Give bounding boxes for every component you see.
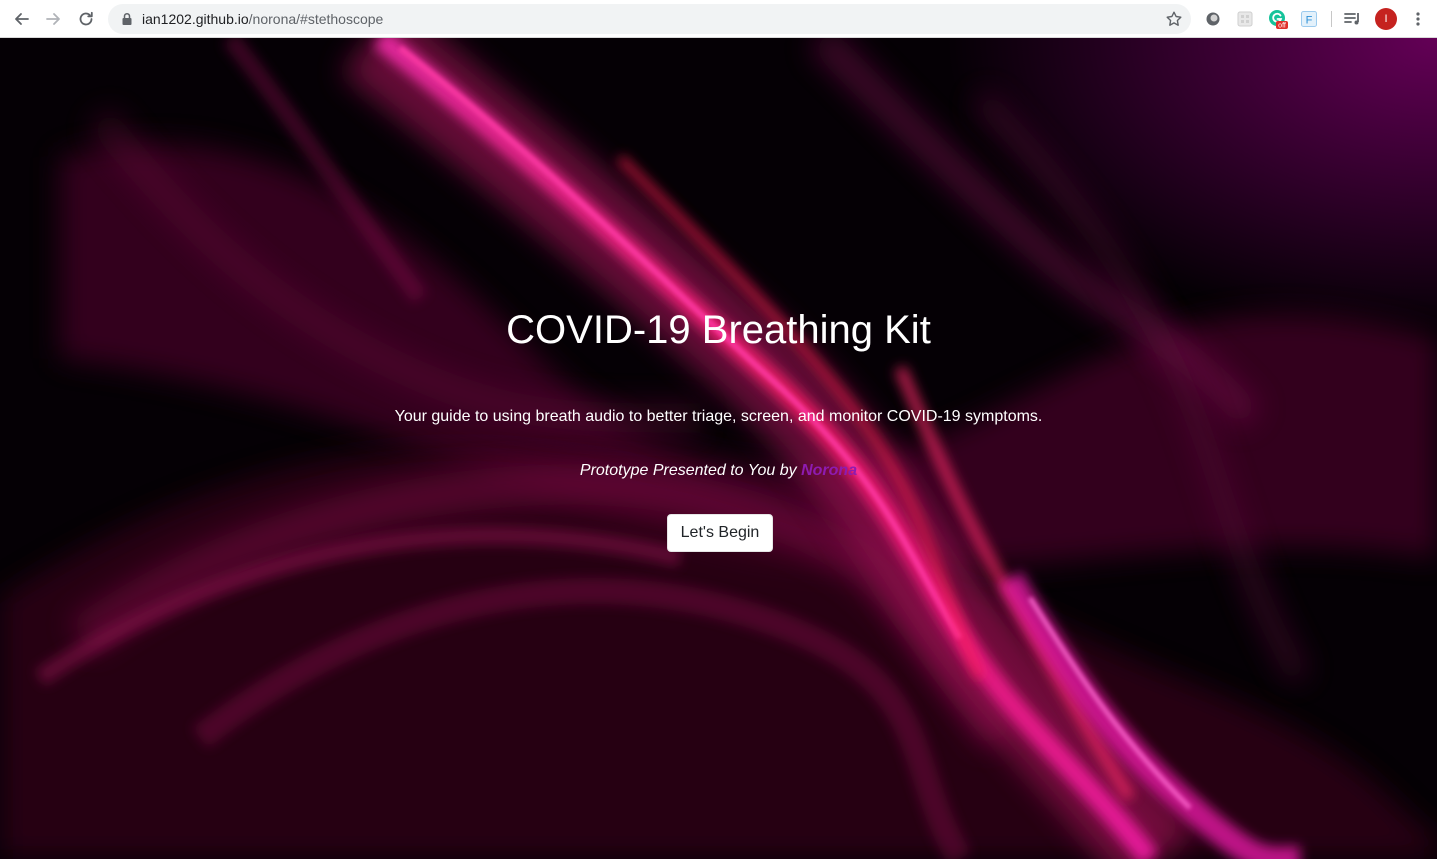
credit-prefix: Prototype Presented to You by	[579, 462, 802, 479]
reload-button[interactable]	[74, 7, 98, 31]
hero-subtitle: Your guide to using breath audio to bett…	[394, 408, 1043, 425]
grammarly-badge: off	[1278, 23, 1286, 30]
back-arrow-icon	[15, 13, 29, 25]
page-title: COVID-19 Breathing Kit	[506, 308, 931, 352]
extension-f-icon[interactable]: F	[1299, 9, 1319, 29]
url-text[interactable]: ian1202.github.io/norona/#stethoscope	[142, 11, 383, 27]
forward-button[interactable]	[42, 7, 66, 31]
ext-f-letter: F	[1306, 15, 1313, 27]
media-list-glyph	[1344, 13, 1359, 25]
hero-content: COVID-19 Breathing Kit Your guide to usi…	[0, 38, 1437, 859]
circle-extension-glyph	[1206, 12, 1220, 26]
grammarly-icon[interactable]: off	[1268, 9, 1288, 29]
url-path: /norona/#stethoscope	[248, 11, 384, 27]
hero-section: COVID-19 Breathing Kit Your guide to usi…	[0, 38, 1437, 859]
toolbar-divider	[1331, 11, 1332, 27]
credit-line: Prototype Presented to You by Norona	[0, 462, 1437, 480]
address-bar[interactable]: ian1202.github.io/norona/#stethoscope	[108, 4, 1191, 34]
lock-icon	[122, 12, 132, 25]
norona-brand-link[interactable]: Norona	[801, 462, 857, 479]
f-extension-glyph: F	[1301, 11, 1317, 27]
browser-toolbar: ian1202.github.io/norona/#stethoscope of…	[0, 0, 1437, 38]
forward-arrow-icon	[46, 13, 60, 25]
browser-menu-button[interactable]	[1408, 9, 1428, 29]
kebab-menu-icon	[1416, 12, 1420, 26]
reload-icon	[79, 11, 93, 26]
grammarly-glyph: off	[1269, 10, 1288, 30]
media-queue-icon[interactable]	[1343, 9, 1363, 29]
url-host: ian1202.github.io	[142, 11, 249, 27]
back-button[interactable]	[9, 7, 33, 31]
profile-avatar[interactable]: I	[1375, 8, 1397, 30]
grid-extension-glyph	[1237, 11, 1253, 27]
bookmark-star-icon[interactable]	[1165, 10, 1183, 28]
lets-begin-button[interactable]: Let's Begin	[667, 514, 773, 552]
extension-grid-icon[interactable]	[1235, 9, 1255, 29]
extension-circle-icon[interactable]	[1203, 9, 1223, 29]
